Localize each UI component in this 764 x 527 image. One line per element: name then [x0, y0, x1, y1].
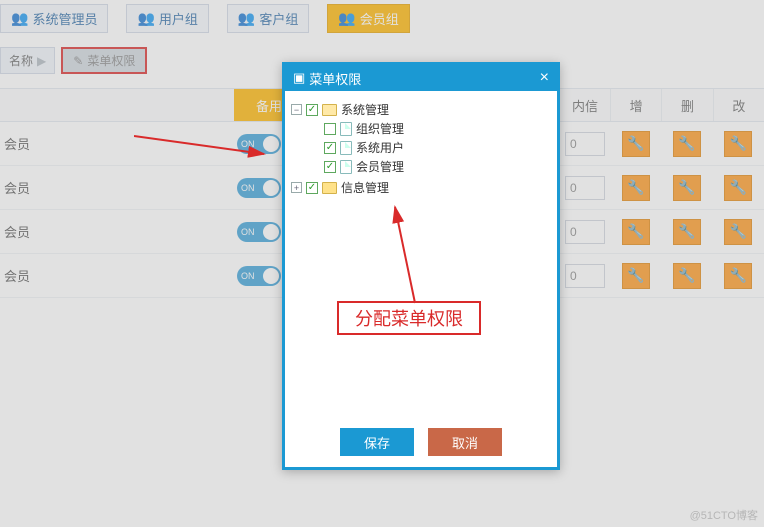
file-icon: [340, 122, 352, 136]
folder-icon: [322, 182, 337, 194]
checkbox[interactable]: ✓: [306, 182, 318, 194]
checkbox[interactable]: ✓: [324, 161, 336, 173]
wrench-icon: 🔧: [678, 135, 695, 152]
msg-count-input[interactable]: [565, 132, 605, 156]
header-modify: 改: [713, 89, 764, 121]
menu-permission-button[interactable]: ✎菜单权限: [61, 47, 147, 74]
window-icon: ▣: [293, 70, 305, 86]
add-button[interactable]: 🔧: [622, 175, 650, 201]
add-button[interactable]: 🔧: [622, 263, 650, 289]
header-backup: 备用: [234, 89, 284, 121]
close-icon[interactable]: ×: [540, 69, 549, 87]
toggle-switch[interactable]: ON: [237, 134, 281, 154]
annotation-arrow-icon: [385, 203, 445, 313]
modify-button[interactable]: 🔧: [724, 175, 752, 201]
dialog-title: 菜单权限: [309, 69, 361, 88]
modify-button[interactable]: 🔧: [724, 263, 752, 289]
checkbox[interactable]: [324, 123, 336, 135]
breadcrumb-name: 名称▶: [0, 47, 55, 74]
checkbox[interactable]: ✓: [306, 104, 318, 116]
tree-node-system-management[interactable]: − ✓ 系统管理: [291, 101, 551, 118]
tree-node-member-management[interactable]: ✓ 会员管理: [309, 158, 551, 175]
file-icon: [340, 160, 352, 174]
users-icon: 👥: [238, 10, 255, 27]
tab-member-group[interactable]: 👥会员组: [327, 4, 409, 33]
wrench-icon: 🔧: [730, 223, 747, 240]
watermark: @51CTO博客: [690, 507, 758, 523]
tab-user-group[interactable]: 👥用户组: [126, 4, 208, 33]
tab-customer-group[interactable]: 👥客户组: [227, 4, 309, 33]
menu-permission-dialog: ▣ 菜单权限 × − ✓ 系统管理: [282, 62, 560, 470]
checkbox[interactable]: ✓: [324, 142, 336, 154]
header-internal-msg: 内信: [560, 89, 610, 121]
cancel-button[interactable]: 取消: [428, 428, 502, 456]
wrench-icon: 🔧: [627, 267, 644, 284]
wrench-icon: 🔧: [627, 223, 644, 240]
header-delete: 删: [661, 89, 712, 121]
add-button[interactable]: 🔧: [622, 219, 650, 245]
modify-button[interactable]: 🔧: [724, 219, 752, 245]
folder-open-icon: [322, 104, 337, 116]
wrench-icon: 🔧: [678, 267, 695, 284]
toggle-switch[interactable]: ON: [237, 178, 281, 198]
users-icon: 👥: [338, 10, 355, 27]
modify-button[interactable]: 🔧: [724, 131, 752, 157]
dialog-titlebar[interactable]: ▣ 菜单权限 ×: [285, 65, 557, 91]
wrench-icon: 🔧: [730, 179, 747, 196]
msg-count-input[interactable]: [565, 220, 605, 244]
tree-node-org-management[interactable]: 组织管理: [309, 120, 551, 137]
collapse-icon[interactable]: −: [291, 104, 302, 115]
wrench-icon: 🔧: [730, 267, 747, 284]
delete-button[interactable]: 🔧: [673, 131, 701, 157]
toggle-switch[interactable]: ON: [237, 266, 281, 286]
tree-node-info-management[interactable]: + ✓ 信息管理: [291, 179, 551, 196]
wrench-icon: 🔧: [627, 179, 644, 196]
msg-count-input[interactable]: [565, 264, 605, 288]
wrench-icon: 🔧: [678, 223, 695, 240]
add-button[interactable]: 🔧: [622, 131, 650, 157]
file-icon: [340, 141, 352, 155]
tree-node-system-user[interactable]: ✓ 系统用户: [309, 139, 551, 156]
delete-button[interactable]: 🔧: [673, 175, 701, 201]
users-icon: 👥: [137, 10, 154, 27]
toggle-switch[interactable]: ON: [237, 222, 281, 242]
tab-sys-admin[interactable]: 👥系统管理员: [0, 4, 108, 33]
annotation-label: 分配菜单权限: [337, 301, 481, 335]
wrench-icon: 🔧: [678, 179, 695, 196]
save-button[interactable]: 保存: [340, 428, 414, 456]
msg-count-input[interactable]: [565, 176, 605, 200]
chevron-right-icon: ▶: [37, 54, 46, 68]
group-tabs: 👥系统管理员 👥用户组 👥客户组 👥会员组: [0, 0, 764, 37]
delete-button[interactable]: 🔧: [673, 219, 701, 245]
wrench-icon: 🔧: [627, 135, 644, 152]
users-icon: 👥: [11, 10, 28, 27]
delete-button[interactable]: 🔧: [673, 263, 701, 289]
header-add: 增: [610, 89, 661, 121]
permission-tree: − ✓ 系统管理 组织管理: [291, 101, 551, 196]
pencil-icon: ✎: [73, 54, 83, 68]
wrench-icon: 🔧: [730, 135, 747, 152]
expand-icon[interactable]: +: [291, 182, 302, 193]
